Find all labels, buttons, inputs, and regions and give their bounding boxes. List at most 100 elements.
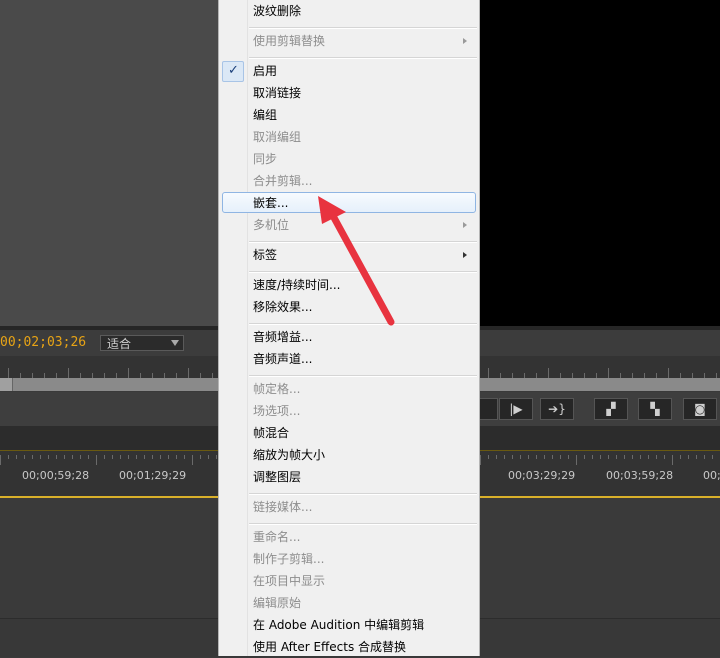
menu-separator [249,375,477,377]
menu-item-audio-channels[interactable]: 音频声道... [219,348,479,370]
menu-item-rename[interactable]: 重命名... [219,526,479,548]
ruler-tick [8,368,9,378]
timeline-ruler-tick [40,455,41,459]
timeline-ruler-tick [672,455,673,465]
timeline-ruler-tick [8,455,9,459]
timeline-ruler-tick [504,455,505,459]
menu-item-frame-hold[interactable]: 帧定格... [219,378,479,400]
scrub-handle[interactable] [0,378,13,391]
timeline-ruler-tick [576,455,577,465]
zoom-fit-select[interactable]: 适合 [100,335,184,351]
menu-item-synchronize[interactable]: 同步 [219,148,479,170]
program-monitor-video [480,0,720,326]
menu-item-replace-with-ae-comp[interactable]: 使用 After Effects 合成替换 [219,636,479,658]
timeline-ruler-tick [664,455,665,459]
timeline-ruler-tick [680,455,681,459]
menu-item-ripple-delete[interactable]: 波纹删除 [219,0,479,22]
menu-item-adjustment-layer[interactable]: 调整图层 [219,466,479,488]
lift-button[interactable]: ▞ [594,398,628,420]
menu-item-scale-to-frame-size[interactable]: 缩放为帧大小 [219,444,479,466]
timeline-label: 00;0 [703,469,720,482]
ruler-tick [548,368,549,378]
timeline-ruler-tick [712,455,713,459]
go-to-out-icon: ➔} [548,402,566,416]
menu-item-label: 在项目中显示 [253,574,326,588]
timeline-ruler-tick [200,455,201,459]
ruler-tick [488,368,489,378]
timeline-ruler-tick [560,455,561,459]
menu-item-remove-effects[interactable]: 移除效果... [219,296,479,318]
menu-item-merge-clips[interactable]: 合并剪辑... [219,170,479,192]
menu-separator [249,27,477,29]
timeline-ruler-tick [488,455,489,459]
step-forward-button[interactable]: |▶ [499,398,533,420]
timeline-ruler-tick [128,455,129,459]
submenu-arrow-icon [463,252,467,258]
extract-button[interactable]: ▚ [638,398,672,420]
ruler-tick [608,368,609,378]
ruler-tick [188,368,189,378]
timeline-ruler-tick [32,455,33,459]
timeline-ruler-tick [480,455,481,465]
menu-item-field-options[interactable]: 场选项... [219,400,479,422]
menu-item-enable[interactable]: 启用 [219,60,479,82]
menu-item-label: 编组 [253,108,278,122]
timeline-ruler-tick [72,455,73,459]
menu-item-unlink[interactable]: 取消链接 [219,82,479,104]
camera-icon: ◙ [694,402,706,416]
timeline-ruler-tick [520,455,521,459]
timeline-ruler-tick [112,455,113,459]
timeline-ruler-tick [640,455,641,459]
menu-item-label: 音频声道... [253,352,313,366]
menu-item-label: 同步 [253,152,278,166]
menu-item-label-colors[interactable]: 标签 [219,244,479,266]
timeline-ruler-tick [688,455,689,459]
menu-item-replace-with-clip[interactable]: 使用剪辑替换 [219,30,479,52]
menu-item-label: 嵌套... [253,196,289,210]
menu-separator [249,271,477,273]
timeline-ruler-tick [512,455,513,459]
menu-separator [249,57,477,59]
export-frame-button[interactable]: ◙ [683,398,717,420]
menu-separator [249,241,477,243]
menu-item-link-media[interactable]: 链接媒体... [219,496,479,518]
timeline-label: 00;03;59;28 [606,469,674,482]
menu-item-reveal-in-project[interactable]: 在项目中显示 [219,570,479,592]
menu-item-frame-blend[interactable]: 帧混合 [219,422,479,444]
menu-item-label: 取消编组 [253,130,302,144]
menu-item-label: 场选项... [253,404,301,418]
menu-item-multi-camera[interactable]: 多机位 [219,214,479,236]
go-to-out-button[interactable]: ➔} [540,398,574,420]
menu-item-ungroup[interactable]: 取消编组 [219,126,479,148]
menu-item-label: 音频增益... [253,330,313,344]
menu-item-label: 重命名... [253,530,301,544]
extract-icon: ▚ [650,402,660,416]
timeline-ruler-tick [176,455,177,459]
menu-item-edit-in-audition[interactable]: 在 Adobe Audition 中编辑剪辑 [219,614,479,636]
timeline-ruler-tick [120,455,121,459]
timeline-ruler-tick [616,455,617,459]
menu-item-speed-duration[interactable]: 速度/持续时间... [219,274,479,296]
timeline-ruler-tick [16,455,17,459]
timeline-ruler-tick [552,455,553,459]
menu-item-edit-original[interactable]: 编辑原始 [219,592,479,614]
timeline-ruler-tick [496,455,497,459]
menu-item-label: 制作子剪辑... [253,552,325,566]
menu-item-nest[interactable]: 嵌套... [219,192,479,214]
timeline-ruler-tick [528,455,529,459]
timeline-ruler-tick [536,455,537,459]
menu-item-label: 启用 [253,64,278,78]
menu-separator [249,493,477,495]
timeline-ruler-tick [192,455,193,465]
chevron-down-icon [171,340,179,346]
timeline-ruler-tick [88,455,89,459]
ruler-tick [68,368,69,378]
menu-item-group[interactable]: 编组 [219,104,479,126]
timeline-ruler-tick [568,455,569,459]
timeline-ruler-tick [648,455,649,459]
menu-item-label: 在 Adobe Audition 中编辑剪辑 [253,618,425,632]
menu-item-audio-gain[interactable]: 音频增益... [219,326,479,348]
menu-item-label: 链接媒体... [253,500,313,514]
menu-item-make-subclip[interactable]: 制作子剪辑... [219,548,479,570]
playhead-timecode[interactable]: 00;02;03;26 [0,333,90,353]
